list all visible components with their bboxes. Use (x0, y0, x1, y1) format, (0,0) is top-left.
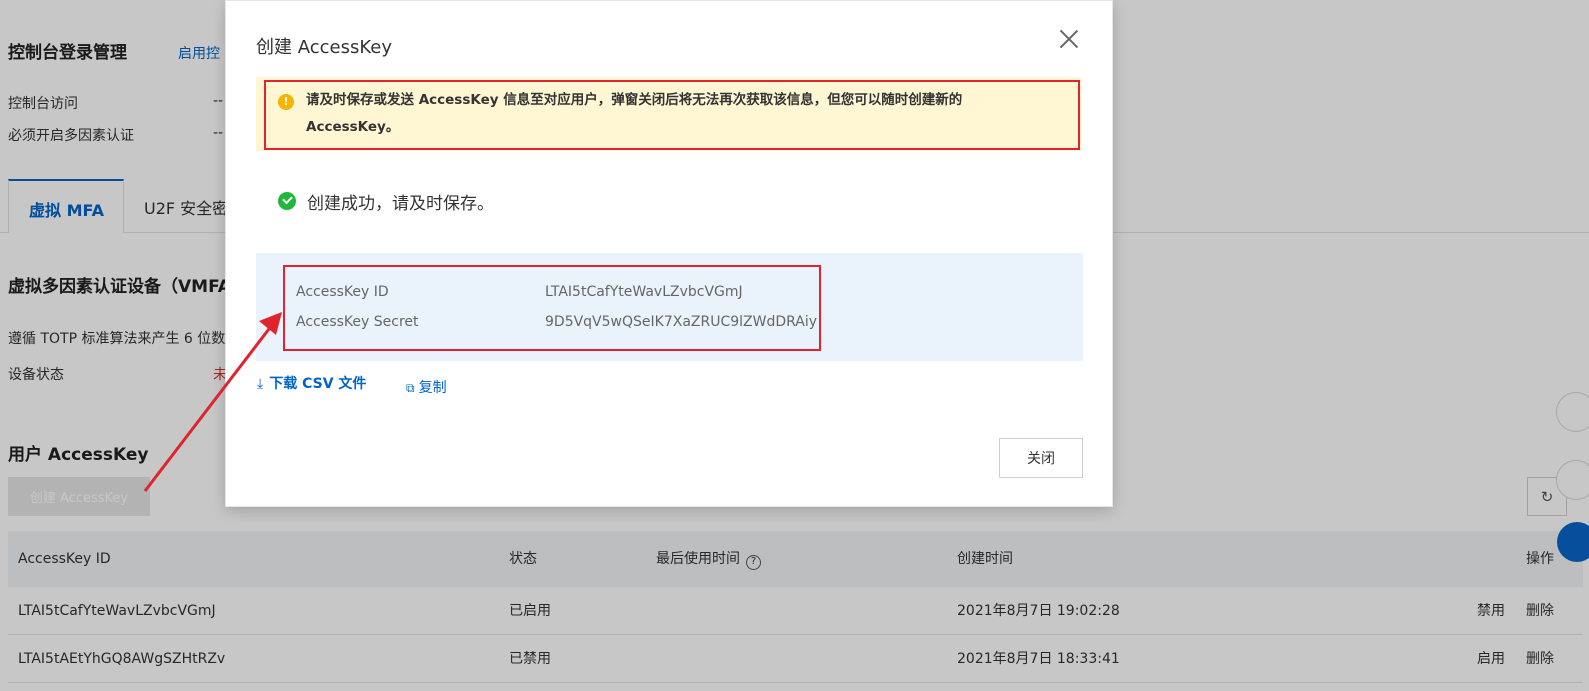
copy-icon: ⧉ (406, 381, 415, 395)
download-icon: ⤓ (257, 376, 264, 392)
download-csv-label: 下载 CSV 文件 (269, 376, 367, 392)
copy-label: 复制 (418, 380, 447, 396)
dialog-title: 创建 AccessKey (256, 37, 392, 58)
close-icon[interactable] (1054, 25, 1084, 55)
download-csv-link[interactable]: ⤓ 下载 CSV 文件 (257, 373, 366, 393)
create-accesskey-dialog: 创建 AccessKey ! 请及时保存或发送 AccessKey 信息至对应用… (225, 0, 1113, 507)
warning-banner: ! 请及时保存或发送 AccessKey 信息至对应用户，弹窗关闭后将无法再次获… (256, 77, 1082, 151)
copy-link[interactable]: ⧉ 复制 (406, 377, 447, 397)
annotation-highlight-box (283, 265, 821, 351)
success-message: 创建成功，请及时保存。 (307, 194, 494, 214)
annotation-highlight-box (264, 80, 1080, 150)
accesskey-info-panel: AccessKey ID LTAI5tCafYteWavLZvbcVGmJ Ac… (256, 253, 1083, 361)
check-circle-icon (278, 192, 296, 210)
close-button[interactable]: 关闭 (999, 438, 1083, 478)
